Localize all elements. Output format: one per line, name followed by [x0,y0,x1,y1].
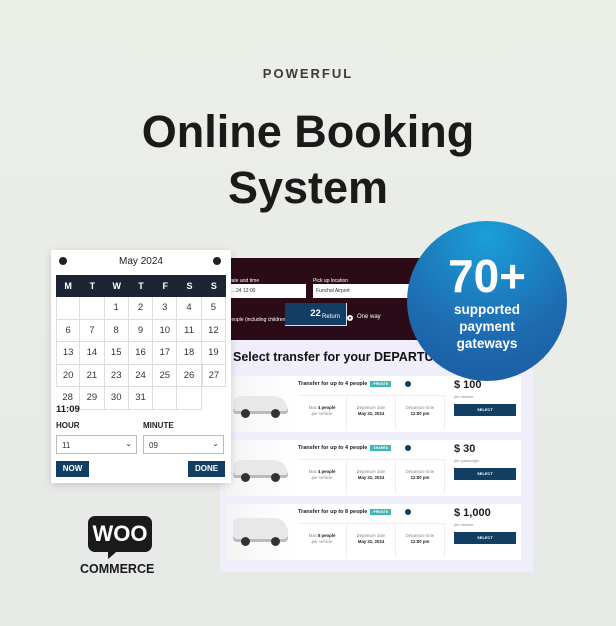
day-cell[interactable]: 15 [104,342,129,365]
type-badge: PRIVATE [370,509,392,515]
day-cell[interactable]: 24 [128,364,154,387]
empty-cell [56,297,81,320]
hour-label: HOUR [56,421,80,430]
day-cell[interactable]: 6 [56,319,81,342]
day-cell[interactable]: 1 [104,297,129,320]
vehicle-image [225,440,293,496]
day-cell[interactable]: 25 [153,364,178,387]
day-cell[interactable]: 29 [80,387,105,410]
day-cell[interactable]: 21 [80,364,105,387]
next-month-icon[interactable] [213,257,221,265]
weekday-header: T [128,275,154,297]
empty-cell [153,387,178,410]
page-title: Online Booking System [141,106,475,213]
people-label: People (including children)? [228,317,290,323]
day-cell[interactable]: 18 [177,342,202,365]
price-unit: per vehicle [454,394,474,399]
chevron-down-icon: ⌄ [212,439,219,448]
empty-cell [177,387,202,410]
day-cell[interactable]: 17 [153,342,178,365]
max-people: Max 4 people per vehicle [298,396,347,430]
eyebrow: POWERFUL [262,66,354,81]
day-cell[interactable]: 14 [80,342,105,365]
departure-time: Departure time 12:00 pm [396,460,445,494]
weekday-header: F [153,275,178,297]
select-button[interactable]: SELECT [454,468,516,480]
day-cell[interactable]: 30 [104,387,129,410]
type-badge: PRIVATE [370,381,392,387]
max-people: Max 4 people per vehicle [298,460,347,494]
weekday-header: W [104,275,129,297]
section-title: Select transfer for your DEPARTURE [233,350,451,364]
time-display: 11:09 [56,404,80,415]
minute-select[interactable]: 09 ⌄ [143,435,224,454]
price: $ 100 [454,379,482,391]
vehicle-image [225,376,293,432]
max-people: Max 8 people per vehicle [298,524,347,558]
woocommerce-wordmark: COMMERCE [80,562,155,576]
departure-date: Departure date May 31, 2024 [347,396,396,430]
day-cell[interactable]: 9 [128,319,154,342]
day-cell[interactable]: 23 [104,364,129,387]
day-cell[interactable]: 7 [80,319,105,342]
day-cell[interactable]: 19 [201,342,226,365]
info-icon[interactable] [405,445,411,451]
hour-select[interactable]: 11 ⌄ [56,435,137,454]
day-cell[interactable]: 26 [177,364,202,387]
chevron-down-icon: ⌄ [125,439,132,448]
transfer-card: Transfer for up to 8 people PRIVATE Max 8… [225,504,521,560]
card-title: Transfer for up to 4 people PRIVATE [298,381,392,387]
day-cell[interactable]: 13 [56,342,81,365]
oneway-radio[interactable] [347,315,353,321]
price: $ 30 [454,443,476,455]
price-unit: per vehicle [454,522,474,527]
departure-time: Departure time 12:00 pm [396,524,445,558]
minute-label: MINUTE [143,421,174,430]
woocommerce-logo: WOO [88,516,152,559]
price-unit: per passenger [454,458,480,463]
date-input[interactable]: …24 12:00 [228,284,306,298]
price: $ 1,000 [454,507,491,519]
day-cell[interactable]: 31 [128,387,154,410]
day-cell[interactable]: 27 [201,364,226,387]
payment-gateways-badge: 70+ supported payment gateways [407,221,567,381]
day-cell[interactable]: 20 [56,364,81,387]
month-label: May 2024 [119,256,163,267]
day-cell[interactable]: 10 [153,319,178,342]
day-cell[interactable]: 16 [128,342,154,365]
done-button[interactable]: DONE [188,461,225,477]
select-button[interactable]: SELECT [454,404,516,416]
departure-date: Departure date May 31, 2024 [347,460,396,494]
date-picker: May 2024 M T W T F S S 1 2 3 4 5 6 7 8 9 10 11 12 13 14 15 16 1… [51,250,347,483]
card-title: Transfer for up to 4 people SHARED [298,445,392,451]
select-button[interactable]: SELECT [454,532,516,544]
weekday-header: T [80,275,105,297]
weekday-header: S [201,275,226,297]
type-badge: SHARED [370,445,392,451]
empty-cell [80,297,105,320]
info-icon[interactable] [405,381,411,387]
departure-date: Departure date May 31, 2024 [347,524,396,558]
return-label: Return [322,314,341,320]
day-cell[interactable]: 5 [201,297,226,320]
now-button[interactable]: NOW [56,461,89,477]
info-icon[interactable] [405,509,411,515]
vehicle-image [225,504,293,560]
departure-time: Departure time 12:00 pm [396,396,445,430]
day-cell[interactable]: 12 [201,319,226,342]
calendar-grid: M T W T F S S 1 2 3 4 5 6 7 8 9 10 11 12 13 14 15 16 17 18 19 20 21… [56,275,347,410]
day-cell[interactable]: 11 [177,319,202,342]
day-cell[interactable]: 2 [128,297,154,320]
oneway-label: One way [357,314,381,320]
pickup-select[interactable]: Funchal Airport [313,284,410,298]
day-cell[interactable]: 8 [104,319,129,342]
transfer-card: Transfer for up to 4 people PRIVATE Max 4… [225,376,521,432]
transfer-card: Transfer for up to 4 people SHARED Max 4 … [225,440,521,496]
day-cell[interactable]: 3 [153,297,178,320]
weekday-header: M [56,275,81,297]
day-cell[interactable]: 4 [177,297,202,320]
weekday-header: S [177,275,202,297]
card-title: Transfer for up to 8 people PRIVATE [298,509,392,515]
